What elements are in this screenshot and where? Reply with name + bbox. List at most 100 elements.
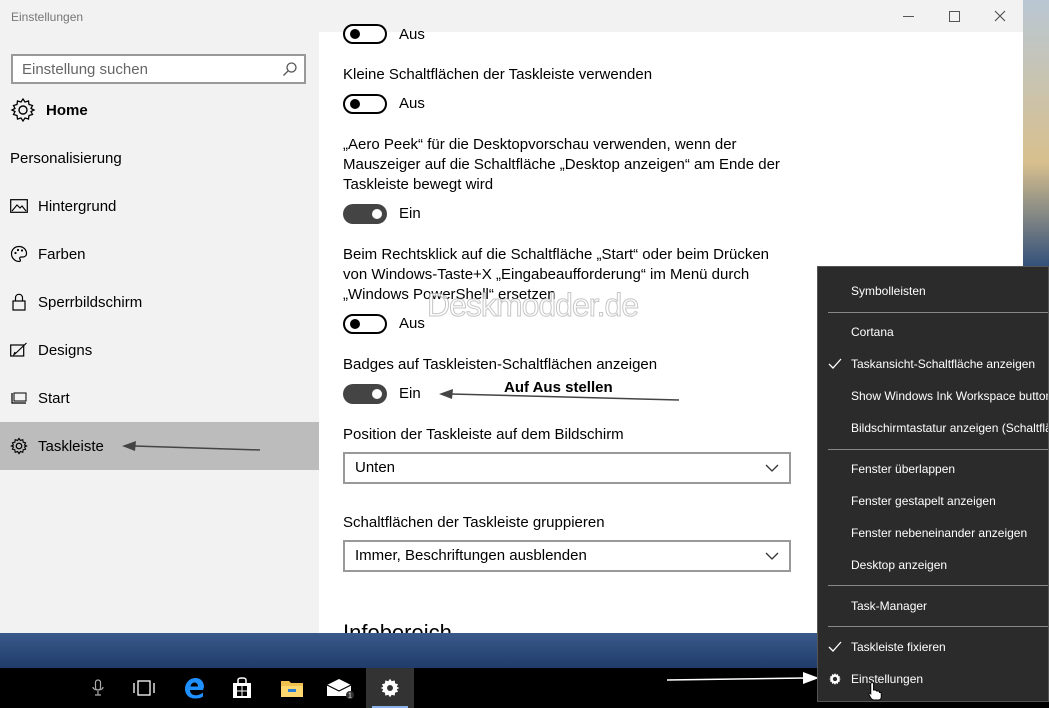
taskbar-explorer[interactable] bbox=[268, 668, 316, 708]
sidebar-item-farben[interactable]: Farben bbox=[0, 230, 319, 278]
menu-item-label: Fenster nebeneinander anzeigen bbox=[851, 526, 1028, 540]
menu-item-cortana[interactable]: Cortana bbox=[818, 317, 1048, 347]
search-input[interactable] bbox=[22, 60, 272, 78]
checkmark-icon bbox=[828, 641, 842, 652]
menu-item-einstellungen[interactable]: Einstellungen bbox=[818, 664, 1048, 701]
position-dropdown[interactable]: Unten bbox=[343, 452, 791, 484]
menu-item-fenster-gestapelt[interactable]: Fenster gestapelt anzeigen bbox=[818, 486, 1048, 516]
menu-item-bildschirmtastatur[interactable]: Bildschirmtastatur anzeigen (Schaltfläch… bbox=[818, 413, 1048, 443]
window-title: Einstellungen bbox=[11, 10, 84, 24]
sidebar-item-label: Start bbox=[38, 389, 70, 407]
menu-item-label: Taskansicht-Schaltfläche anzeigen bbox=[851, 357, 1036, 371]
title-bar[interactable]: Einstellungen bbox=[0, 0, 1023, 32]
sidebar-item-start[interactable]: Start bbox=[0, 374, 319, 422]
maximize-button[interactable] bbox=[931, 0, 977, 32]
task-view-icon bbox=[133, 680, 155, 696]
toggle-small-buttons[interactable] bbox=[343, 94, 387, 114]
taskbar-microphone[interactable] bbox=[74, 668, 122, 708]
palette-icon bbox=[10, 245, 28, 263]
minimize-icon bbox=[902, 15, 914, 17]
taskbar-task-view[interactable] bbox=[120, 668, 168, 708]
close-button[interactable] bbox=[977, 0, 1023, 32]
menu-separator bbox=[828, 626, 1048, 627]
hand-cursor-icon bbox=[868, 682, 882, 701]
menu-item-fenster-nebeneinander[interactable]: Fenster nebeneinander anzeigen bbox=[818, 518, 1048, 548]
maximize-icon bbox=[948, 10, 960, 22]
annotation-arrow-badges bbox=[439, 389, 680, 401]
sidebar-item-label: Designs bbox=[38, 341, 93, 359]
sidebar-item-hintergrund[interactable]: Hintergrund bbox=[0, 182, 319, 230]
home-link[interactable]: Home bbox=[10, 97, 88, 123]
mail-badge: 1 bbox=[348, 693, 352, 700]
menu-item-label: Desktop anzeigen bbox=[851, 558, 948, 572]
menu-item-label: Task-Manager bbox=[851, 599, 928, 613]
search-box[interactable] bbox=[11, 54, 306, 84]
menu-item-symbolleisten[interactable]: Symbolleisten bbox=[818, 276, 1048, 306]
toggle-top[interactable] bbox=[343, 24, 387, 44]
section-heading-text: Infobereich bbox=[343, 622, 452, 633]
sidebar-item-label: Farben bbox=[38, 245, 86, 263]
position-label: Position der Taskleiste auf dem Bildschi… bbox=[343, 426, 624, 443]
microphone-icon bbox=[92, 679, 104, 696]
taskbar-context-menu: Symbolleisten Cortana Taskansicht-Schalt… bbox=[817, 266, 1049, 702]
toggle-state-label: Ein bbox=[399, 205, 421, 222]
gear-icon bbox=[829, 673, 841, 685]
picture-icon bbox=[10, 197, 28, 215]
sidebar-item-sperrbildschirm[interactable]: Sperrbildschirm bbox=[0, 278, 319, 326]
taskbar-mail[interactable]: 1 bbox=[316, 668, 364, 708]
checkmark-icon bbox=[828, 358, 842, 369]
menu-separator bbox=[828, 312, 1048, 313]
toggle-aero-peek[interactable] bbox=[343, 204, 387, 224]
sidebar-item-label: Sperrbildschirm bbox=[38, 293, 143, 311]
home-label: Home bbox=[46, 101, 88, 119]
menu-item-label: Bildschirmtastatur anzeigen (Schaltfläch… bbox=[851, 421, 1048, 435]
toggle-state-label: Ein bbox=[399, 385, 421, 402]
toggle-state-label: Aus bbox=[399, 95, 425, 112]
desktop-scene bbox=[1023, 0, 1049, 270]
menu-item-ink-workspace[interactable]: Show Windows Ink Workspace button bbox=[818, 381, 1049, 411]
annotation-arrow-sidebar bbox=[122, 441, 261, 451]
sidebar-item-designs[interactable]: Designs bbox=[0, 326, 319, 374]
home-gear-icon bbox=[10, 97, 36, 123]
lock-icon bbox=[10, 293, 28, 311]
menu-separator bbox=[828, 449, 1048, 450]
section-heading-infobereich: Infobereich bbox=[343, 622, 543, 633]
watermark: Deskmodder.de bbox=[426, 287, 639, 324]
search-icon[interactable] bbox=[282, 61, 298, 77]
taskbar-store[interactable] bbox=[218, 668, 266, 708]
group-dropdown[interactable]: Immer, Beschriftungen ausblenden bbox=[343, 540, 791, 572]
taskbar-settings[interactable] bbox=[366, 668, 414, 708]
group-value: Immer, Beschriftungen ausblenden bbox=[355, 547, 587, 564]
chevron-down-icon bbox=[765, 552, 779, 560]
edge-icon bbox=[185, 678, 204, 699]
setting-label-aero-peek: „Aero Peek“ für die Desktopvorschau verw… bbox=[343, 136, 780, 193]
section-title: Personalisierung bbox=[10, 150, 122, 167]
group-label: Schaltflächen der Taskleiste gruppieren bbox=[343, 514, 605, 531]
start-icon bbox=[10, 389, 28, 407]
toggle-top-state: Aus bbox=[399, 26, 425, 43]
menu-item-desktop-anzeigen[interactable]: Desktop anzeigen bbox=[818, 550, 1048, 580]
annotation-arrow-taskbar bbox=[666, 672, 819, 684]
menu-item-taskansicht[interactable]: Taskansicht-Schaltfläche anzeigen bbox=[818, 349, 1048, 379]
settings-icon bbox=[380, 678, 400, 698]
menu-item-label: Show Windows Ink Workspace button bbox=[851, 389, 1049, 403]
menu-separator bbox=[828, 585, 1048, 586]
store-icon bbox=[233, 677, 251, 698]
menu-item-fenster-ueberlappen[interactable]: Fenster überlappen bbox=[818, 454, 1048, 484]
menu-item-taskleiste-fixieren[interactable]: Taskleiste fixieren bbox=[818, 632, 1048, 662]
menu-item-label: Symbolleisten bbox=[851, 284, 926, 298]
explorer-icon bbox=[281, 681, 303, 697]
position-value: Unten bbox=[355, 459, 396, 476]
sidebar-item-label: Taskleiste bbox=[38, 437, 104, 455]
gear-icon bbox=[10, 437, 28, 455]
taskbar-edge[interactable] bbox=[170, 668, 218, 708]
menu-item-label: Fenster gestapelt anzeigen bbox=[851, 494, 996, 508]
toggle-powershell[interactable] bbox=[343, 314, 387, 334]
minimize-button[interactable] bbox=[885, 0, 931, 32]
setting-label-small-buttons: Kleine Schaltflächen der Taskleiste verw… bbox=[343, 66, 653, 83]
toggle-badges[interactable] bbox=[343, 384, 387, 404]
menu-item-task-manager[interactable]: Task-Manager bbox=[818, 591, 1048, 621]
toggle-state-label: Aus bbox=[399, 315, 425, 332]
brush-icon bbox=[10, 341, 28, 359]
menu-item-label: Fenster überlappen bbox=[851, 462, 956, 476]
